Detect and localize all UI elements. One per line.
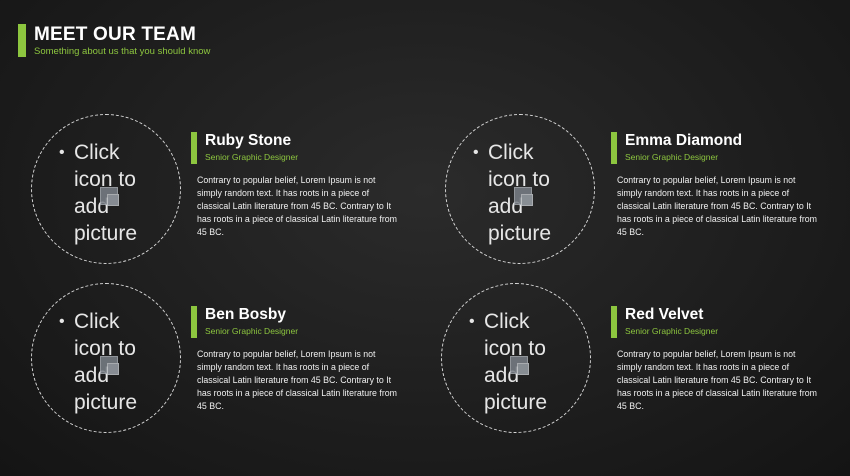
- page-subtitle: Something about us that you should know: [34, 46, 211, 57]
- member-accent-bar: [191, 306, 197, 338]
- member-description: Contrary to popular belief, Lorem Ipsum …: [617, 349, 817, 411]
- placeholder-line: picture: [488, 222, 552, 245]
- placeholder-line: Click: [74, 141, 120, 164]
- member-name: Red Velvet: [625, 306, 704, 323]
- member-name: Emma Diamond: [625, 132, 743, 149]
- insert-picture-icon[interactable]: [100, 356, 119, 375]
- picture-placeholder-ben-bosby[interactable]: • Click icon to add picture: [31, 283, 181, 433]
- member-description: Contrary to popular belief, Lorem Ipsum …: [617, 175, 817, 237]
- placeholder-line: Click: [484, 310, 530, 333]
- placeholder-line: picture: [74, 222, 138, 245]
- member-accent-bar: [611, 132, 617, 164]
- placeholder-line: picture: [74, 391, 138, 414]
- member-role: Senior Graphic Designer: [625, 152, 719, 162]
- bullet: •: [59, 313, 65, 330]
- member-name: Ben Bosby: [205, 306, 286, 323]
- page-title: MEET OUR TEAM: [34, 24, 196, 45]
- insert-picture-icon[interactable]: [510, 356, 529, 375]
- member-description: Contrary to popular belief, Lorem Ipsum …: [197, 175, 397, 237]
- bullet: •: [469, 313, 475, 330]
- member-description: Contrary to popular belief, Lorem Ipsum …: [197, 349, 397, 411]
- placeholder-line: Click: [488, 141, 534, 164]
- member-name: Ruby Stone: [205, 132, 292, 149]
- picture-placeholder-ruby-stone[interactable]: • Click icon to add picture: [31, 114, 181, 264]
- insert-picture-icon[interactable]: [514, 187, 533, 206]
- bullet: •: [59, 144, 65, 161]
- member-accent-bar: [191, 132, 197, 164]
- picture-placeholder-emma-diamond[interactable]: • Click icon to add picture: [445, 114, 595, 264]
- member-role: Senior Graphic Designer: [205, 152, 299, 162]
- insert-picture-icon[interactable]: [100, 187, 119, 206]
- member-role: Senior Graphic Designer: [205, 326, 299, 336]
- placeholder-line: Click: [74, 310, 120, 333]
- picture-placeholder-red-velvet[interactable]: • Click icon to add picture: [441, 283, 591, 433]
- member-accent-bar: [611, 306, 617, 338]
- title-accent-bar: [18, 24, 26, 57]
- bullet: •: [473, 144, 479, 161]
- placeholder-line: picture: [484, 391, 548, 414]
- member-role: Senior Graphic Designer: [625, 326, 719, 336]
